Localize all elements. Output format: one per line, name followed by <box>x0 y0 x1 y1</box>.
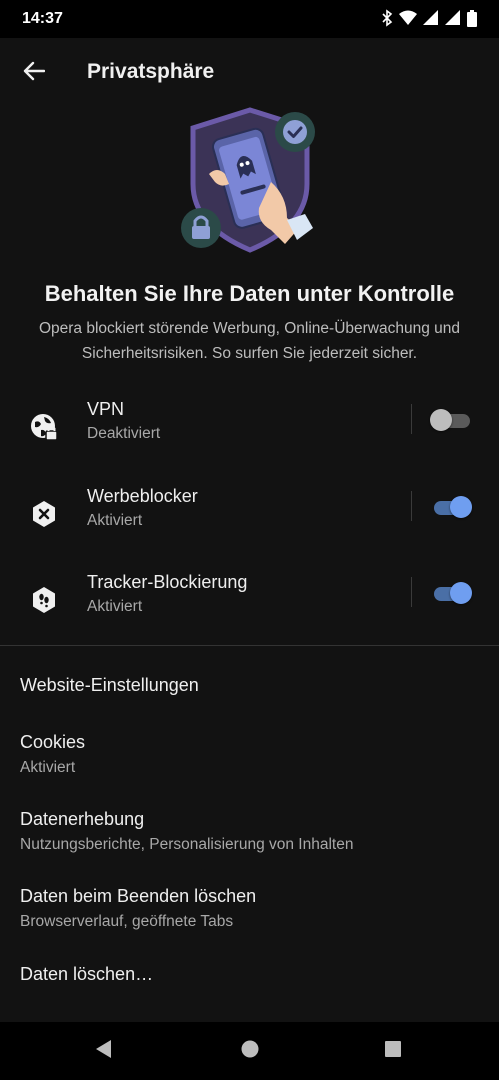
divider <box>411 491 412 521</box>
ad-blocker-toggle[interactable] <box>430 495 472 518</box>
tracker-block-icon <box>26 582 62 618</box>
vpn-status: Deaktiviert <box>87 425 161 442</box>
tracker-blocking-toggle[interactable] <box>430 581 472 604</box>
list-item-title: Cookies <box>20 732 86 752</box>
arrow-back-icon <box>23 60 46 87</box>
tracker-blocking-status: Aktiviert <box>87 598 143 615</box>
list-item-title: Daten löschen… <box>20 964 154 984</box>
app-bar: Privatsphäre <box>0 38 499 108</box>
status-icons <box>381 9 477 32</box>
list-item-title: Datenerhebung <box>20 809 145 829</box>
globe-lock-icon <box>26 409 62 445</box>
divider <box>411 577 412 607</box>
divider <box>411 404 412 434</box>
ad-block-icon <box>26 496 62 532</box>
battery-icon <box>467 9 477 32</box>
list-item-title: Daten beim Beenden löschen <box>20 886 257 906</box>
bluetooth-icon <box>381 9 393 32</box>
vpn-toggle[interactable] <box>430 408 472 431</box>
cookies-item[interactable]: Cookies Aktiviert <box>20 732 480 777</box>
recents-square-icon <box>384 1040 402 1063</box>
signal-icon <box>423 10 439 31</box>
nav-back-button[interactable] <box>89 1036 119 1066</box>
signal-icon <box>445 10 461 31</box>
home-circle-icon <box>240 1039 260 1064</box>
hero-description: Opera blockiert störende Werbung, Online… <box>38 320 461 362</box>
list-item-title: Website-Einstellungen <box>20 675 199 695</box>
ad-blocker-status: Aktiviert <box>87 512 143 529</box>
back-triangle-icon <box>94 1039 114 1064</box>
vpn-title: VPN <box>87 399 125 419</box>
website-settings-item[interactable]: Website-Einstellungen <box>20 675 480 696</box>
ad-blocker-row[interactable]: Werbeblocker Aktiviert <box>0 481 499 551</box>
clear-on-exit-item[interactable]: Daten beim Beenden löschen Browserverlau… <box>20 886 480 931</box>
nav-home-button[interactable] <box>235 1036 265 1066</box>
tracker-blocking-title: Tracker-Blockierung <box>87 572 248 592</box>
page-title: Privatsphäre <box>87 60 215 83</box>
section-divider <box>0 645 499 646</box>
clear-data-item[interactable]: Daten löschen… <box>20 964 480 985</box>
wifi-icon <box>399 10 417 31</box>
nav-recents-button[interactable] <box>378 1036 408 1066</box>
tracker-blocking-row[interactable]: Tracker-Blockierung Aktiviert <box>0 567 499 637</box>
status-bar: 14:37 <box>0 0 499 38</box>
system-nav-bar <box>0 1022 499 1080</box>
vpn-row[interactable]: VPN Deaktiviert <box>0 394 499 464</box>
list-item-subtitle: Aktiviert <box>20 759 76 776</box>
ad-blocker-title: Werbeblocker <box>87 486 198 506</box>
privacy-illustration <box>175 104 325 254</box>
back-button[interactable] <box>14 53 54 93</box>
status-time: 14:37 <box>22 10 63 27</box>
list-item-subtitle: Browserverlauf, geöffnete Tabs <box>20 913 234 930</box>
hero-headline: Behalten Sie Ihre Daten unter Kontrolle <box>44 281 455 306</box>
list-item-subtitle: Nutzungsberichte, Personalisierung von I… <box>20 836 354 853</box>
data-collection-item[interactable]: Datenerhebung Nutzungsberichte, Personal… <box>20 809 480 854</box>
